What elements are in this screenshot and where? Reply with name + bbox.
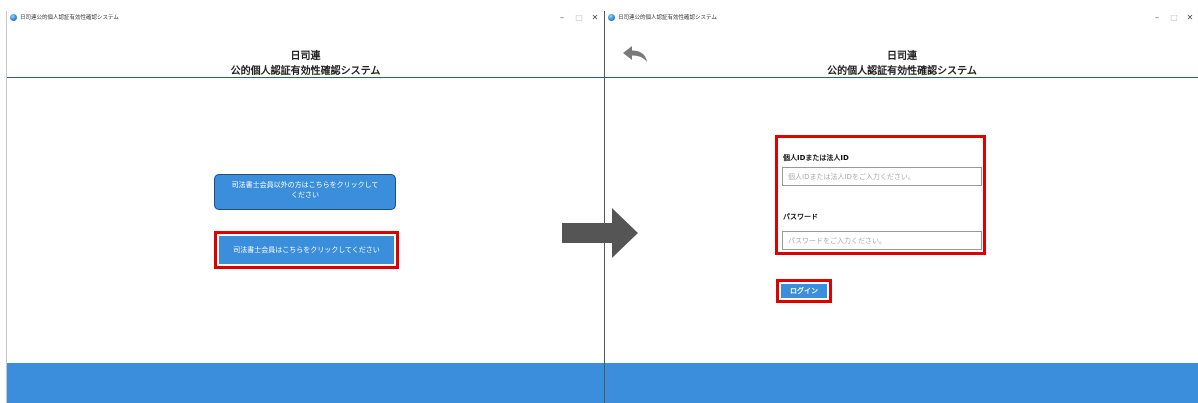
header-org-name: 日司連: [290, 51, 321, 62]
minimize-button[interactable]: –: [554, 11, 570, 25]
member-button[interactable]: 司法書士会員はこちらをクリックしてください: [219, 236, 394, 264]
maximize-button[interactable]: □: [1166, 11, 1182, 25]
header-org-name: 日司連: [887, 51, 917, 62]
nonmember-button[interactable]: 司法書士会員以外の方はこちらをクリックしてください: [214, 174, 396, 210]
login-button[interactable]: ログイン: [781, 284, 827, 298]
window-title: 日司連公的個人認証有効性確認システム: [20, 15, 119, 21]
window-member-select: 日司連公的個人認証有効性確認システム – □ ✕ 日司連 公的個人認証有効性確認…: [6, 11, 604, 403]
app-header: 日司連 公的個人認証有効性確認システム: [7, 25, 604, 78]
title-bar: 日司連公的個人認証有効性確認システム – □ ✕: [7, 11, 604, 25]
app-header: 日司連 公的個人認証有効性確認システム: [605, 25, 1198, 78]
right-arrow-icon: [562, 208, 638, 258]
header-system-name: 公的個人認証有効性確認システム: [827, 66, 977, 77]
app-icon: [10, 14, 17, 21]
footer-bar: [7, 363, 604, 403]
app-icon: [608, 14, 615, 21]
window-title: 日司連公的個人認証有効性確認システム: [618, 15, 717, 21]
password-label: パスワード: [783, 213, 818, 221]
maximize-button[interactable]: □: [571, 11, 587, 25]
close-button[interactable]: ✕: [587, 11, 603, 25]
header-system-name: 公的個人認証有効性確認システム: [230, 66, 381, 77]
id-label: 個人IDまたは法人ID: [783, 154, 849, 162]
window-login: 日司連公的個人認証有効性確認システム – □ ✕ 日司連 公的個人認証有効性確認…: [604, 11, 1198, 403]
id-input[interactable]: [782, 167, 982, 186]
close-button[interactable]: ✕: [1182, 11, 1198, 25]
minimize-button[interactable]: –: [1149, 11, 1165, 25]
title-bar: 日司連公的個人認証有効性確認システム – □ ✕: [605, 11, 1198, 25]
footer-bar: [605, 363, 1198, 403]
password-input[interactable]: [782, 231, 982, 250]
